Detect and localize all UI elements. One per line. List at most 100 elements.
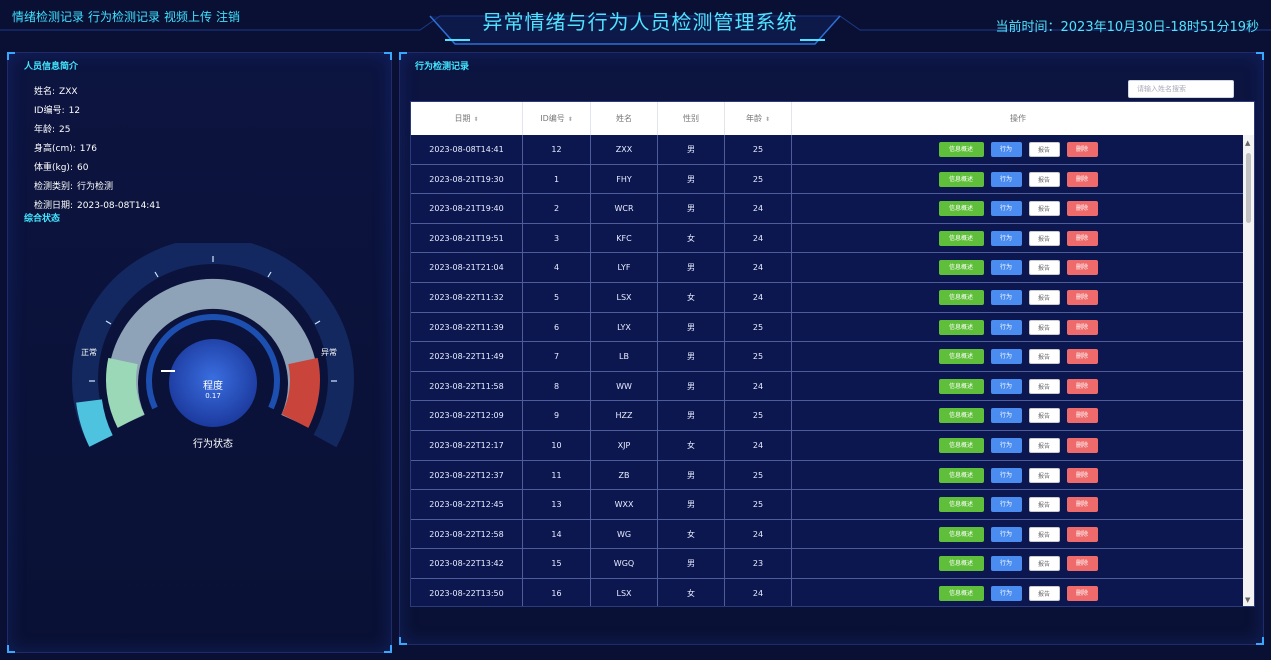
delete-button[interactable]: 删除: [1066, 171, 1098, 187]
cell-id: 4: [523, 253, 591, 282]
delete-button[interactable]: 删除: [1066, 201, 1098, 217]
report-button[interactable]: 报告: [1028, 230, 1060, 246]
info-button[interactable]: 信息概述: [938, 585, 984, 601]
report-button[interactable]: 报告: [1028, 497, 1060, 513]
delete-button[interactable]: 删除: [1066, 467, 1098, 483]
cell-date: 2023-08-22T12:37: [411, 460, 523, 490]
info-button[interactable]: 信息概述: [938, 260, 984, 276]
cell-date: 2023-08-22T11:58: [411, 371, 523, 401]
action-button[interactable]: 行为: [990, 260, 1022, 276]
cell-id: 5: [523, 282, 591, 312]
delete-button[interactable]: 删除: [1066, 319, 1098, 335]
action-button[interactable]: 行为: [990, 378, 1022, 394]
delete-button[interactable]: 删除: [1066, 142, 1098, 157]
action-button[interactable]: 行为: [990, 408, 1022, 424]
info-button[interactable]: 信息概述: [938, 497, 984, 513]
cell-actions: 信息概述 行为 报告 删除: [792, 283, 1244, 312]
action-button[interactable]: 行为: [990, 289, 1022, 305]
col-age[interactable]: 年龄 ⬍: [725, 102, 792, 135]
info-button[interactable]: 信息概述: [938, 201, 984, 217]
cell-sex: 男: [658, 490, 725, 519]
report-button[interactable]: 报告: [1028, 171, 1060, 187]
delete-button[interactable]: 删除: [1066, 526, 1098, 542]
delete-button[interactable]: 删除: [1066, 585, 1098, 601]
nav-video-upload[interactable]: 视频上传: [164, 10, 212, 24]
report-button[interactable]: 报告: [1028, 201, 1060, 217]
col-id[interactable]: ID编号 ⬍: [523, 102, 591, 135]
info-button[interactable]: 信息概述: [938, 437, 984, 453]
report-button[interactable]: 报告: [1028, 142, 1060, 157]
report-button[interactable]: 报告: [1028, 585, 1060, 601]
info-button[interactable]: 信息概述: [938, 171, 984, 187]
report-button[interactable]: 报告: [1028, 349, 1060, 365]
cell-age: 25: [725, 460, 792, 490]
info-button[interactable]: 信息概述: [938, 230, 984, 246]
info-button[interactable]: 信息概述: [938, 319, 984, 335]
info-button[interactable]: 信息概述: [938, 526, 984, 542]
info-button[interactable]: 信息概述: [938, 408, 984, 424]
delete-button[interactable]: 删除: [1066, 230, 1098, 246]
scroll-down-icon[interactable]: ▼: [1245, 596, 1250, 604]
info-button[interactable]: 信息概述: [938, 349, 984, 365]
cell-sex: 男: [658, 371, 725, 401]
profile-row: ID编号: 12: [34, 102, 161, 121]
search-input[interactable]: [1128, 80, 1234, 98]
info-button[interactable]: 信息概述: [938, 142, 984, 157]
action-button[interactable]: 行为: [990, 319, 1022, 335]
cell-id: 6: [523, 312, 591, 342]
sort-icon[interactable]: ⬍: [473, 116, 478, 123]
info-button[interactable]: 信息概述: [938, 378, 984, 394]
cell-sex: 男: [658, 194, 725, 223]
delete-button[interactable]: 删除: [1066, 437, 1098, 453]
action-button[interactable]: 行为: [990, 201, 1022, 217]
gauge-high-segment: [281, 357, 320, 428]
action-button[interactable]: 行为: [990, 585, 1022, 601]
action-button[interactable]: 行为: [990, 349, 1022, 365]
report-button[interactable]: 报告: [1028, 319, 1060, 335]
delete-button[interactable]: 删除: [1066, 289, 1098, 305]
col-date[interactable]: 日期 ⬍: [411, 102, 523, 135]
delete-button[interactable]: 删除: [1066, 408, 1098, 424]
action-button[interactable]: 行为: [990, 230, 1022, 246]
cell-sex: 男: [658, 135, 725, 164]
nav-emotion-records[interactable]: 情绪检测记录: [12, 10, 84, 24]
action-button[interactable]: 行为: [990, 526, 1022, 542]
profile-key: 身高(cm):: [34, 144, 76, 154]
info-button[interactable]: 信息概述: [938, 467, 984, 483]
report-button[interactable]: 报告: [1028, 556, 1060, 572]
sort-icon[interactable]: ⬍: [568, 116, 573, 123]
delete-button[interactable]: 删除: [1066, 556, 1098, 572]
report-button[interactable]: 报告: [1028, 526, 1060, 542]
delete-button[interactable]: 删除: [1066, 349, 1098, 365]
cell-name: WXX: [591, 490, 658, 519]
delete-button[interactable]: 删除: [1066, 497, 1098, 513]
action-button[interactable]: 行为: [990, 437, 1022, 453]
report-button[interactable]: 报告: [1028, 260, 1060, 276]
sort-icon[interactable]: ⬍: [765, 116, 770, 123]
action-button[interactable]: 行为: [990, 171, 1022, 187]
action-button[interactable]: 行为: [990, 467, 1022, 483]
report-button[interactable]: 报告: [1028, 289, 1060, 305]
delete-button[interactable]: 删除: [1066, 260, 1098, 276]
report-button[interactable]: 报告: [1028, 437, 1060, 453]
report-button[interactable]: 报告: [1028, 378, 1060, 394]
action-button[interactable]: 行为: [990, 556, 1022, 572]
action-button[interactable]: 行为: [990, 142, 1022, 157]
report-button[interactable]: 报告: [1028, 467, 1060, 483]
report-button[interactable]: 报告: [1028, 408, 1060, 424]
scroll-thumb[interactable]: [1246, 153, 1251, 223]
scroll-up-icon[interactable]: ▲: [1245, 139, 1250, 147]
table-scrollbar[interactable]: ▲ ▼: [1243, 135, 1254, 606]
info-button[interactable]: 信息概述: [938, 289, 984, 305]
nav-logout[interactable]: 注销: [216, 10, 240, 24]
cell-sex: 男: [658, 253, 725, 282]
table-row: 2023-08-22T11:32 5 LSX 女 24 信息概述 行为 报告 删除: [411, 282, 1244, 313]
nav-behavior-records[interactable]: 行为检测记录: [88, 10, 160, 24]
cell-id: 3: [523, 223, 591, 253]
delete-button[interactable]: 删除: [1066, 378, 1098, 394]
cell-name: FHY: [591, 164, 658, 194]
table-row: 2023-08-22T12:45 13 WXX 男 25 信息概述 行为 报告 删除: [411, 490, 1244, 520]
cell-id: 16: [523, 578, 591, 606]
info-button[interactable]: 信息概述: [938, 556, 984, 572]
action-button[interactable]: 行为: [990, 497, 1022, 513]
